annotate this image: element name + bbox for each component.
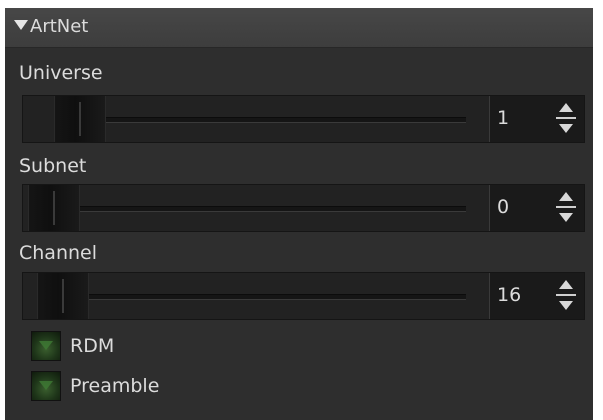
panel-header[interactable]: ArtNet [5,8,593,48]
rdm-label[interactable]: RDM [70,334,114,358]
universe-slider[interactable] [23,96,490,142]
universe-slider-groove [63,117,466,123]
subnet-value[interactable]: 0 [497,195,509,219]
subnet-slider-handle[interactable] [28,185,80,231]
panel-title: ArtNet [30,16,89,37]
collapse-triangle-icon[interactable] [14,20,28,30]
spin-down-arrow-icon[interactable] [559,213,573,222]
universe-label: Universe [19,62,103,84]
subnet-label: Subnet [19,155,87,177]
subnet-slider[interactable] [23,185,490,231]
universe-control: 1 [22,95,585,143]
spin-arrows-icon[interactable] [556,189,576,227]
slider-grip-icon [79,102,81,136]
subnet-control: 0 [22,184,585,232]
preamble-label[interactable]: Preamble [70,374,159,398]
checkbox-glow-icon [39,381,53,390]
checkbox-glow-icon [39,341,53,350]
universe-spinbox[interactable]: 1 [489,96,584,142]
slider-grip-icon [62,279,64,313]
channel-spinbox[interactable]: 16 [489,273,584,319]
channel-slider-handle[interactable] [37,273,89,319]
channel-value[interactable]: 16 [497,283,521,307]
spin-divider [556,117,576,119]
spin-divider [556,294,576,296]
slider-grip-icon [53,191,55,225]
subnet-slider-groove [63,206,466,212]
channel-label: Channel [19,242,98,264]
spin-arrows-icon[interactable] [556,277,576,315]
preamble-checkbox[interactable] [31,371,61,401]
spin-up-arrow-icon[interactable] [559,103,573,112]
spin-down-arrow-icon[interactable] [559,124,573,133]
spin-arrows-icon[interactable] [556,100,576,138]
rdm-checkbox[interactable] [31,331,61,361]
spin-up-arrow-icon[interactable] [559,192,573,201]
channel-slider[interactable] [23,273,490,319]
spin-divider [556,206,576,208]
subnet-spinbox[interactable]: 0 [489,185,584,231]
spin-down-arrow-icon[interactable] [559,301,573,310]
universe-slider-handle[interactable] [54,96,106,142]
channel-control: 16 [22,272,585,320]
universe-value[interactable]: 1 [497,106,509,130]
artnet-panel: ArtNet Universe 1 Subnet 0 Channel 16 RD… [5,8,593,420]
spin-up-arrow-icon[interactable] [559,280,573,289]
channel-slider-groove [63,294,466,300]
